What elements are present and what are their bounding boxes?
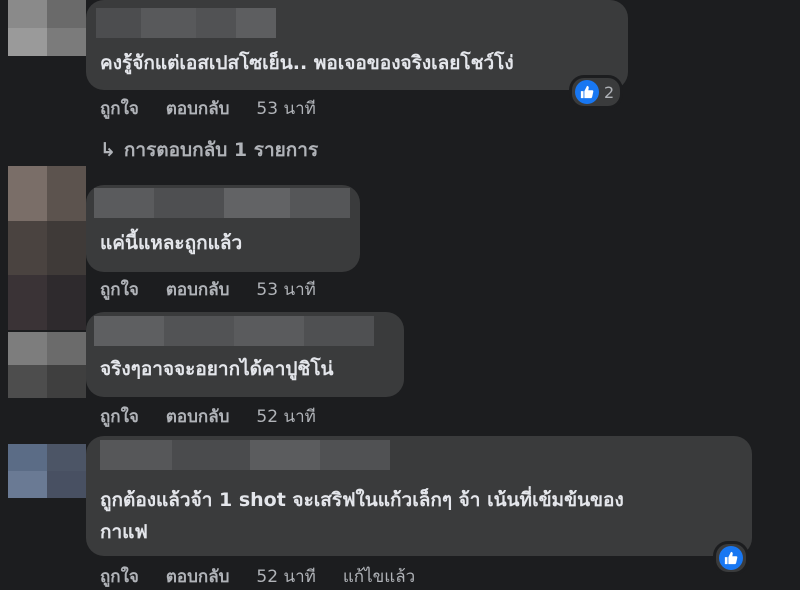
thumbs-up-icon xyxy=(575,80,599,104)
timestamp[interactable]: 52 นาที xyxy=(256,563,315,590)
like-button[interactable]: ถูกใจ xyxy=(100,563,139,590)
avatar[interactable] xyxy=(8,444,86,498)
reaction-badge[interactable]: 2 xyxy=(572,78,621,106)
commenter-name-blurred[interactable] xyxy=(94,316,374,346)
avatar[interactable] xyxy=(8,166,86,330)
commenter-name-blurred[interactable] xyxy=(94,188,350,218)
timestamp[interactable]: 53 นาที xyxy=(256,95,315,122)
timestamp[interactable]: 53 นาที xyxy=(256,276,315,303)
comment-text: จริงๆอาจจะอยากได้คาปูชิโน่ xyxy=(100,358,334,380)
comment-actions: ถูกใจ ตอบกลับ 53 นาที xyxy=(100,276,343,303)
comment-text: แค่นี้แหละถูกแล้ว xyxy=(100,232,243,254)
timestamp[interactable]: 52 นาที xyxy=(256,403,315,430)
comment-actions: ถูกใจ ตอบกลับ 53 นาที xyxy=(100,95,343,122)
commenter-name-blurred[interactable] xyxy=(96,8,276,38)
like-button[interactable]: ถูกใจ xyxy=(100,95,139,122)
comment-text-line-1: ถูกต้องแล้วจ้า 1 shot จะเสริฟในแก้วเล็กๆ… xyxy=(100,489,624,511)
avatar[interactable] xyxy=(8,332,86,398)
view-replies-link[interactable]: ↳ การตอบกลับ 1 รายการ xyxy=(100,135,318,165)
reaction-count: 2 xyxy=(604,82,615,102)
reply-button[interactable]: ตอบกลับ xyxy=(166,95,230,122)
thumbs-up-icon xyxy=(719,546,743,570)
comment-text: คงรู้จักแต่เอสเปสโซเย็น.. พอเจอของจริงเล… xyxy=(100,52,514,74)
like-button[interactable]: ถูกใจ xyxy=(100,276,139,303)
comment-actions: ถูกใจ ตอบกลับ 52 นาที แก้ไขแล้ว xyxy=(100,563,442,590)
reaction-badge[interactable] xyxy=(716,544,746,572)
like-button[interactable]: ถูกใจ xyxy=(100,403,139,430)
comment-actions: ถูกใจ ตอบกลับ 52 นาที xyxy=(100,403,343,430)
reply-button[interactable]: ตอบกลับ xyxy=(166,563,230,590)
avatar[interactable] xyxy=(8,0,86,56)
commenter-name-blurred[interactable] xyxy=(100,440,390,470)
edited-label[interactable]: แก้ไขแล้ว xyxy=(343,563,415,590)
reply-arrow-icon: ↳ xyxy=(100,139,116,161)
comment-text-line-2: กาแฟ xyxy=(100,521,148,543)
view-replies-label: การตอบกลับ 1 รายการ xyxy=(123,139,319,161)
reply-button[interactable]: ตอบกลับ xyxy=(166,276,230,303)
reply-button[interactable]: ตอบกลับ xyxy=(166,403,230,430)
